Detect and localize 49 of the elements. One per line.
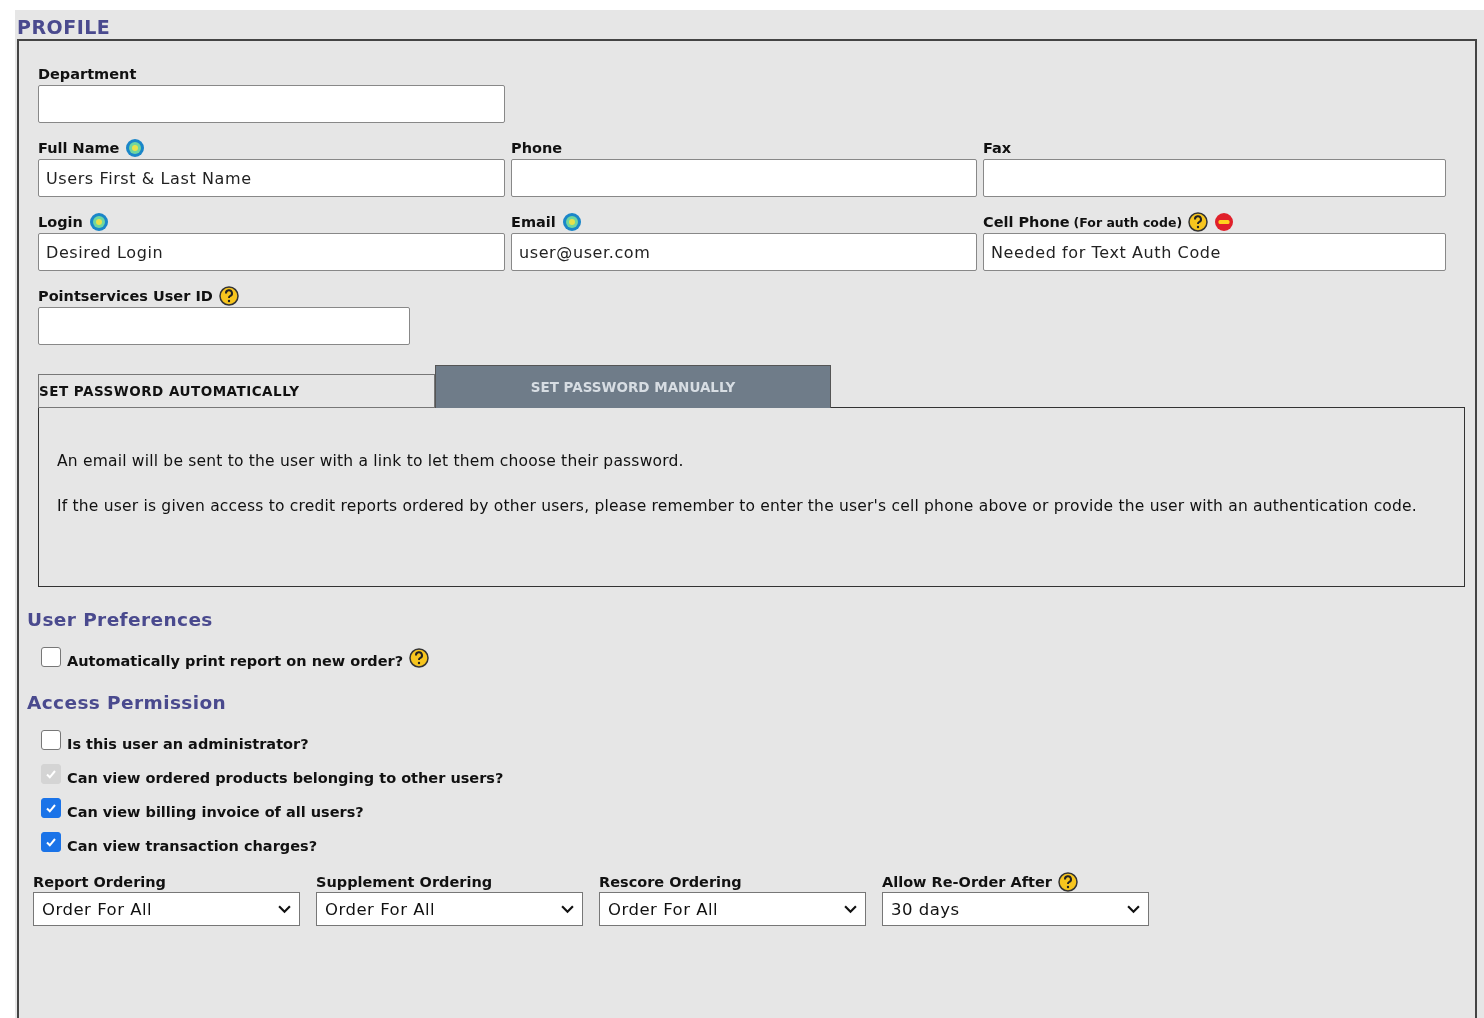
chevron-icon bbox=[844, 904, 857, 914]
checkbox[interactable] bbox=[41, 832, 61, 852]
checkbox-label: Can view transaction charges? bbox=[67, 838, 318, 854]
section-title: PROFILE bbox=[17, 16, 112, 38]
checkbox[interactable] bbox=[41, 798, 61, 818]
checkbox[interactable] bbox=[41, 730, 61, 750]
text-field[interactable]: Users First & Last Name bbox=[38, 159, 505, 197]
chevron-icon bbox=[1127, 904, 1140, 914]
info-text: If the user is given access to credit reports ordered by other users, please remember to enter the user's cell phone above or provide the user with an authentication code. bbox=[57, 496, 1418, 517]
chevron-icon bbox=[561, 904, 574, 914]
field-label: Full Name bbox=[38, 140, 120, 156]
field-label: Supplement Ordering bbox=[316, 874, 493, 890]
text-field[interactable]: Needed for Text Auth Code bbox=[983, 233, 1446, 271]
dropdown[interactable]: Order For All bbox=[33, 892, 300, 926]
chevron-icon bbox=[278, 904, 291, 914]
field-label: Cell Phone bbox=[983, 214, 1070, 230]
field-label: Department bbox=[38, 66, 137, 82]
text-field[interactable] bbox=[983, 159, 1446, 197]
dropdown[interactable]: Order For All bbox=[599, 892, 866, 926]
field-label: Rescore Ordering bbox=[599, 874, 742, 890]
field-label: Report Ordering bbox=[33, 874, 166, 890]
field-label: Email bbox=[511, 214, 556, 230]
tab[interactable]: SET PASSWORD AUTOMATICALLY bbox=[38, 374, 435, 408]
text-field[interactable] bbox=[511, 159, 977, 197]
checkbox-label: Is this user an administrator? bbox=[67, 736, 309, 752]
info-text: An email will be sent to the user with a link to let them choose their password. bbox=[57, 451, 685, 472]
section-heading: User Preferences bbox=[27, 609, 214, 630]
checkbox[interactable] bbox=[41, 647, 61, 667]
remove-icon[interactable] bbox=[1214, 212, 1235, 232]
checkbox-label: Can view ordered products belonging to other users? bbox=[67, 770, 504, 786]
field-label: Login bbox=[38, 214, 83, 230]
text-field[interactable] bbox=[38, 307, 410, 345]
field-label: Allow Re-Order After bbox=[882, 874, 1052, 890]
help-icon[interactable] bbox=[218, 286, 239, 306]
dropdown[interactable]: 30 days bbox=[882, 892, 1149, 926]
field-label: Phone bbox=[511, 140, 563, 156]
dropdown[interactable]: Order For All bbox=[316, 892, 583, 926]
text-field[interactable]: Desired Login bbox=[38, 233, 505, 271]
checkbox-label: Can view billing invoice of all users? bbox=[67, 804, 364, 820]
text-field[interactable]: user@user.com bbox=[511, 233, 977, 271]
text-field[interactable] bbox=[38, 85, 505, 123]
help-icon[interactable] bbox=[1188, 212, 1209, 232]
help-icon[interactable] bbox=[409, 648, 430, 668]
section-heading: Access Permission bbox=[27, 692, 228, 713]
field-label: Fax bbox=[983, 140, 1012, 156]
field-label: Pointservices User ID bbox=[38, 288, 213, 304]
help-icon[interactable] bbox=[1057, 872, 1078, 892]
field-note: (For auth code) bbox=[1073, 214, 1183, 230]
checkbox-label: Automatically print report on new order? bbox=[67, 653, 404, 669]
